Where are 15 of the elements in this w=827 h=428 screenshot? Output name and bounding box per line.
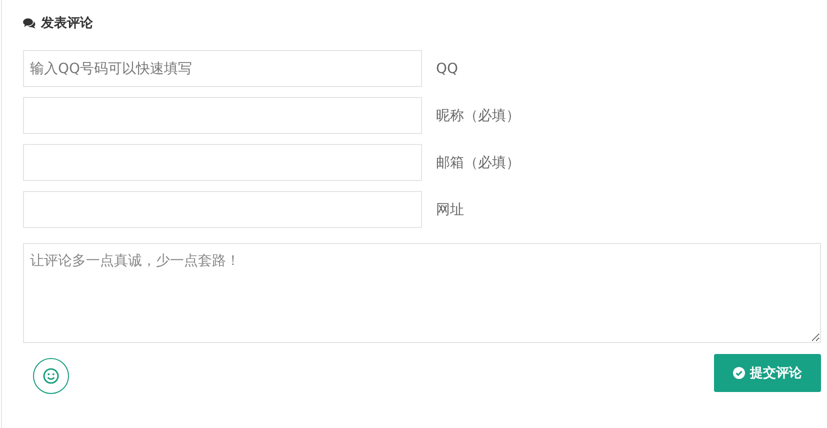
check-circle-icon bbox=[733, 367, 745, 379]
submit-button[interactable]: 提交评论 bbox=[714, 354, 821, 392]
field-label: 邮箱（必填） bbox=[436, 154, 520, 172]
input-field[interactable]: 输入QQ号码可以快速填写 bbox=[23, 50, 422, 87]
section-title: 发表评论 bbox=[41, 15, 93, 32]
input-field[interactable] bbox=[23, 191, 422, 228]
smiley-icon bbox=[43, 368, 59, 384]
input-field[interactable] bbox=[23, 144, 422, 181]
emoji-button[interactable] bbox=[33, 358, 69, 394]
comment-field[interactable]: 让评论多一点真诚，少一点套路！ bbox=[23, 243, 821, 343]
comments-icon bbox=[23, 18, 36, 28]
field-label: 网址 bbox=[436, 200, 464, 218]
input-field[interactable] bbox=[23, 97, 422, 134]
field-label: 昵称（必填） bbox=[436, 106, 520, 124]
field-label: QQ bbox=[436, 60, 458, 76]
